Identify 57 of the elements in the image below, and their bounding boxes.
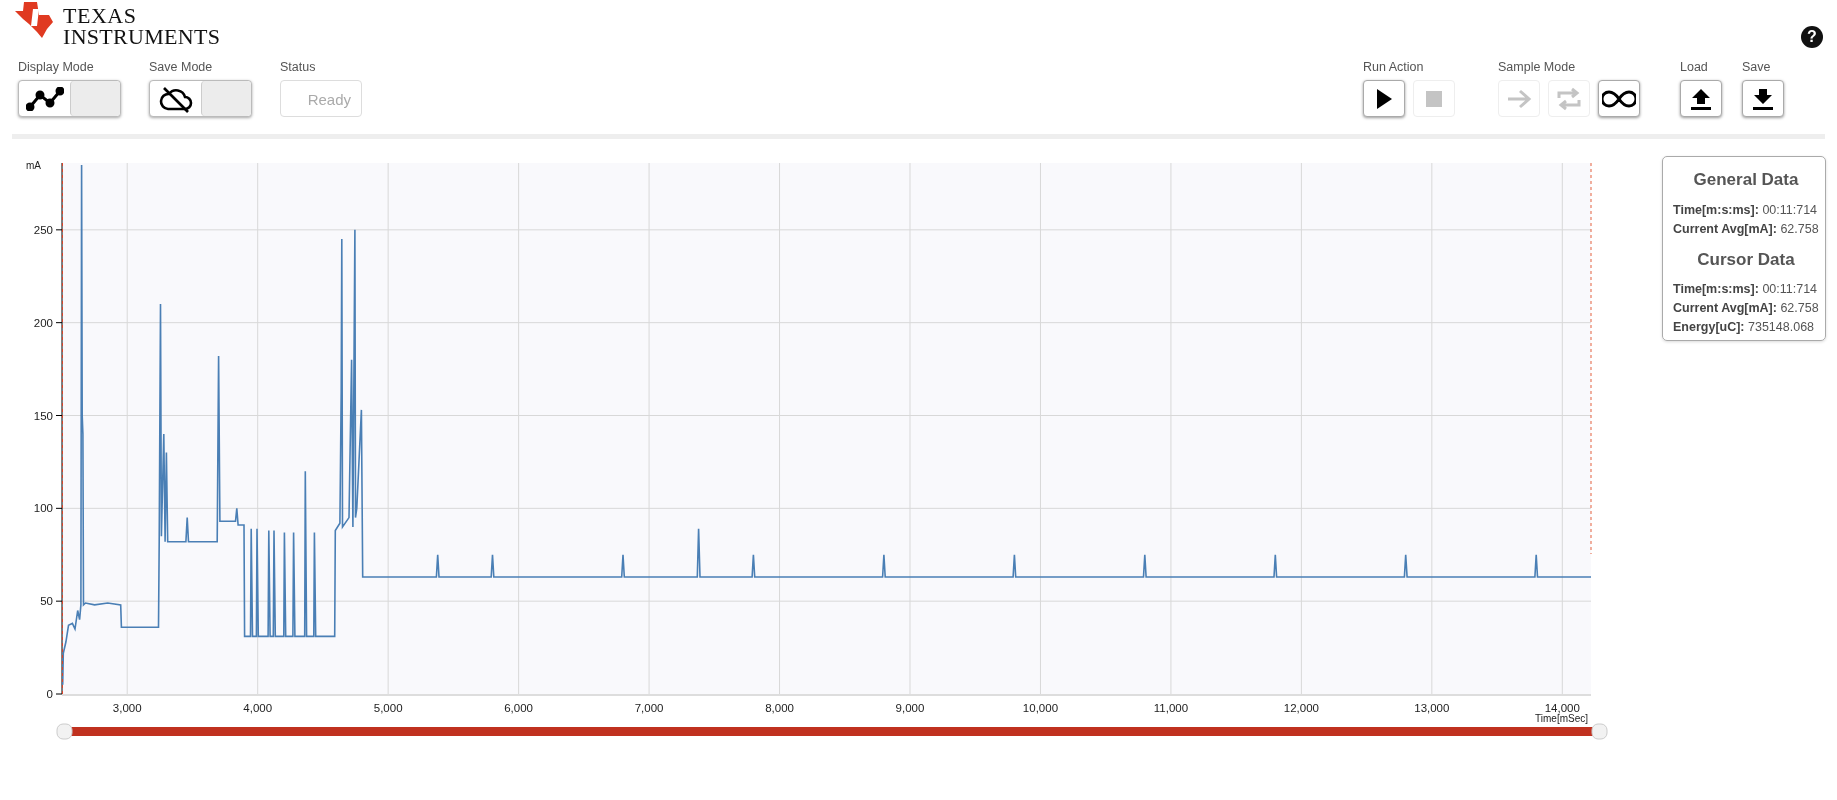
data-row-text: Energy[uC]: 735148.068	[1673, 319, 1816, 336]
data-row-text: Current Avg[mA]: 62.758	[1673, 300, 1819, 317]
save-mode-toggle[interactable]	[149, 80, 252, 117]
arrow-right-icon	[1506, 88, 1532, 109]
axis-label: 8,000	[765, 702, 794, 714]
axis-label: 6,000	[504, 702, 533, 714]
axis-label: 5,000	[373, 702, 403, 714]
download-icon	[1753, 87, 1773, 110]
axis-label: 3,000	[112, 702, 142, 714]
axis-label: 4,000	[243, 702, 273, 714]
graph-icon	[25, 86, 64, 111]
axis-label: 11,000	[1153, 702, 1189, 714]
data-row-text: Time[m:s:ms]: 00:11:714	[1673, 281, 1819, 298]
display-mode-toggle[interactable]	[18, 80, 121, 117]
load-button[interactable]	[1680, 80, 1722, 117]
infinity-icon	[1602, 89, 1636, 108]
axis-label: 10,000	[1022, 702, 1059, 714]
axis-label: 12,000	[1283, 702, 1319, 714]
axis-label: 150	[33, 409, 53, 422]
axis-label: 100	[33, 502, 53, 515]
data-row-text: Time[m:s:ms]: 00:11:714	[1673, 201, 1819, 219]
logo-icon	[15, 2, 55, 38]
upload-icon	[1691, 87, 1711, 110]
group-label: Sample Mode	[1498, 60, 1577, 74]
axis-label: 50	[40, 595, 53, 608]
continuous-button[interactable]	[1598, 80, 1640, 117]
section-title: Cursor Data	[1696, 248, 1796, 271]
status-field: Ready	[280, 80, 362, 117]
logo-text: TEXAS	[63, 6, 138, 27]
play-icon	[1376, 88, 1392, 109]
cloud-off-icon	[158, 84, 193, 113]
range-handle[interactable]	[1591, 723, 1608, 740]
axis-label: 0	[46, 688, 53, 700]
play-button[interactable]	[1363, 80, 1405, 117]
logo-text: INSTRUMENTS	[63, 26, 221, 48]
help-button[interactable]: ?	[1801, 26, 1823, 48]
stop-icon	[1426, 90, 1442, 107]
cursor-line[interactable]	[1590, 162, 1592, 555]
data-row-text: Current Avg[mA]: 62.758	[1673, 220, 1819, 238]
group-label: Save	[1742, 60, 1772, 74]
group-label: Run Action	[1363, 60, 1425, 74]
group-label: Load	[1680, 60, 1709, 74]
axis-title: mA	[26, 160, 41, 171]
section-title: General Data	[1692, 169, 1800, 191]
save-button[interactable]	[1742, 80, 1784, 117]
axis-label: 200	[33, 316, 53, 329]
group-label: Status	[280, 60, 317, 74]
axis-title: Time[mSec]	[1535, 713, 1588, 724]
axis-label: 250	[33, 223, 53, 236]
axis-label: 13,000	[1414, 702, 1450, 714]
range-handle[interactable]	[56, 723, 73, 740]
group-label: Save Mode	[149, 60, 214, 74]
axis-label: 14,000	[1544, 702, 1580, 714]
axis-label: 7,000	[634, 702, 664, 714]
group-label: Display Mode	[18, 60, 95, 74]
repeat-icon	[1556, 86, 1582, 111]
axis-label: 9,000	[895, 702, 925, 714]
